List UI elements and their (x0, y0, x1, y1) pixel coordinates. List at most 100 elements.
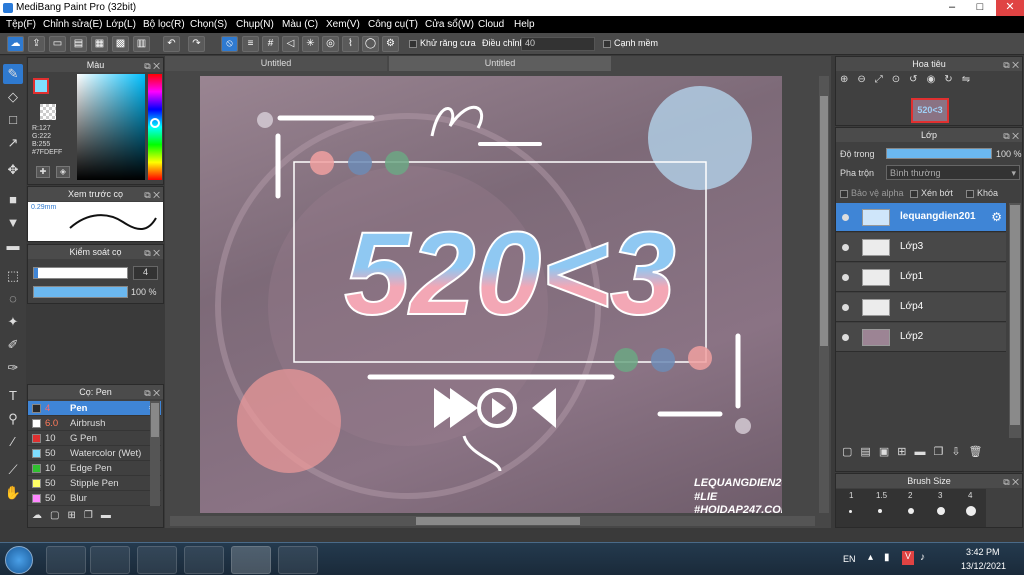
cross-snap-icon[interactable]: # (262, 36, 279, 52)
fill-rect-icon[interactable]: ■ (3, 190, 23, 210)
snap-off-icon[interactable]: ⦸ (221, 36, 238, 52)
gradient-tool-icon[interactable]: ▬ (3, 236, 23, 256)
menu-edit[interactable]: Chỉnh sửa(E) (43, 19, 103, 30)
menu-window[interactable]: Cửa sổ(W) (425, 19, 474, 30)
layer-row[interactable]: lequangdien201 ⚙ (836, 203, 1006, 232)
tab-document-2[interactable]: Untitled (389, 56, 611, 71)
protect-alpha-checkbox[interactable] (840, 189, 848, 198)
close-button[interactable]: ✕ (996, 0, 1024, 16)
brush-size-value[interactable]: 4 (133, 266, 158, 280)
copy-brush-icon[interactable]: ❐ (84, 510, 101, 521)
brush-size-option[interactable]: 4 (968, 491, 972, 500)
radial-snap-icon[interactable]: ✳ (302, 36, 319, 52)
antialias-toggle[interactable]: Khử răng cưa (409, 38, 476, 48)
clipping-toggle[interactable]: Xén bớt (910, 188, 953, 198)
panel-popout-icon[interactable]: ⧉ ✕ (144, 59, 160, 73)
brush-item[interactable]: 6.0 Airbrush (28, 416, 161, 431)
brush-list-actions[interactable]: ☁▢⊞❐▬ (32, 510, 119, 521)
tray-expand-icon[interactable]: ▴ (868, 552, 873, 563)
menu-view[interactable]: Xem(V) (326, 19, 360, 30)
brush-item[interactable]: 50 Watercolor (Wet) (28, 446, 161, 461)
zoom-taskbar-icon[interactable] (278, 546, 318, 574)
new-brush-icon[interactable]: ▢ (50, 510, 67, 521)
color-saturation-field[interactable] (77, 74, 145, 180)
tab-document-1[interactable]: Untitled (165, 56, 387, 71)
brush-item[interactable]: 50 Blur (28, 491, 161, 506)
menu-select[interactable]: Chọn(S) (190, 19, 227, 30)
add-layer-menu-icon[interactable]: ⊞ (897, 446, 914, 458)
new-8bit-icon[interactable]: ▣ (879, 446, 897, 458)
lasso-tool-icon[interactable]: ◌ (3, 289, 23, 309)
brush-size-option[interactable]: 2 (908, 491, 912, 500)
menu-capture[interactable]: Chụp(N) (236, 19, 274, 30)
panel-popout-icon[interactable]: ⧉ ✕ (1003, 58, 1019, 72)
antialias-checkbox[interactable] (409, 39, 417, 48)
secondary-color-swatch[interactable] (40, 104, 56, 120)
blend-mode-select[interactable]: Bình thường ▾ (886, 165, 1020, 180)
soft-edge-toggle[interactable]: Cạnh mềm (603, 38, 658, 48)
brush-size-option[interactable]: 3 (938, 491, 942, 500)
rectangle-tool-icon[interactable]: □ (3, 110, 23, 130)
bucket-tool-icon[interactable]: ▼ (3, 213, 23, 233)
undo-icon[interactable]: ↶ (163, 36, 180, 52)
hue-handle[interactable] (150, 118, 160, 128)
lock-toggle[interactable]: Khóa (966, 188, 998, 198)
protect-alpha-toggle[interactable]: Bảo vệ alpha (840, 188, 904, 198)
menu-file[interactable]: Tệp(F) (6, 19, 36, 30)
color-palette-icon[interactable]: ◈ (56, 166, 70, 178)
delete-layer-icon[interactable]: 🗑 (969, 446, 991, 458)
zoom-out-icon[interactable]: ⊖ (857, 74, 874, 85)
rotate-reset-icon[interactable]: ◉ (927, 74, 945, 85)
select-pen-icon[interactable]: ✐ (3, 335, 23, 355)
clipping-checkbox[interactable] (910, 189, 918, 198)
select-eraser-icon[interactable]: ✑ (3, 358, 23, 378)
layer-row[interactable]: Lớp2 (836, 323, 1006, 352)
panel-popout-icon[interactable]: ⧉ ✕ (144, 386, 160, 400)
brush-item[interactable]: 4Pen⚙ (28, 401, 161, 416)
panel-popout-icon[interactable]: ⧉ ✕ (1003, 475, 1019, 489)
redo-icon[interactable]: ↷ (188, 36, 205, 52)
fit-icon[interactable]: ⤢ (875, 74, 892, 85)
layer-row[interactable]: Lớp1 (836, 263, 1006, 292)
brush-tool-icon[interactable]: ✎ (3, 64, 23, 84)
menu-help[interactable]: Help (514, 19, 535, 30)
new-layer-icon[interactable]: ▢ (842, 446, 860, 458)
ellipse-snap-icon[interactable]: ◯ (362, 36, 379, 52)
folder-icon[interactable]: ▬ (914, 446, 933, 458)
actual-size-icon[interactable]: ⊙ (892, 74, 909, 85)
magic-wand-icon[interactable]: ✦ (3, 312, 23, 332)
document-icon[interactable]: ▦ (91, 36, 108, 52)
tray-app-icon[interactable]: V (902, 551, 914, 565)
layer-row[interactable]: Lớp3 (836, 233, 1006, 262)
adjust-input[interactable]: 40 (521, 37, 595, 51)
add-brush-icon[interactable]: ⊞ (67, 510, 83, 521)
clock-date[interactable]: 13/12/2021 (961, 561, 1006, 571)
brush-item[interactable]: 10 G Pen (28, 431, 161, 446)
navigator-tools[interactable]: ⊕⊖⤢⊙↺◉↻⇋ (840, 74, 979, 85)
circle-snap-icon[interactable]: ◎ (322, 36, 339, 52)
hand-tool-icon[interactable]: ✋ (3, 483, 23, 503)
horizontal-scrollbar[interactable] (170, 516, 815, 526)
lock-checkbox[interactable] (966, 189, 974, 198)
folder-icon[interactable]: ▬ (101, 510, 119, 521)
eyedropper-icon[interactable]: ⁄ (3, 432, 23, 452)
menu-tools[interactable]: Công cụ(T) (368, 19, 418, 30)
brush-size-option[interactable]: 1 (849, 491, 853, 500)
gear-icon[interactable]: ⚙ (991, 210, 1002, 224)
brush-size-grid[interactable]: 1 1.5 2 3 4 (836, 489, 986, 527)
vertical-scrollbar[interactable] (819, 76, 829, 513)
brush-size-slider[interactable] (33, 267, 128, 279)
rotate-right-icon[interactable]: ↻ (944, 74, 961, 85)
medibang-taskbar-icon[interactable] (231, 546, 271, 574)
clock-time[interactable]: 3:42 PM (966, 547, 1000, 557)
operation-tool-icon[interactable]: ⚲ (3, 409, 23, 429)
zoom-in-icon[interactable]: ⊕ (840, 74, 857, 85)
menu-layer[interactable]: Lớp(L) (106, 19, 136, 30)
visibility-icon[interactable] (842, 274, 849, 281)
menu-color[interactable]: Màu (C) (282, 19, 318, 30)
open-file-icon[interactable]: ▤ (70, 36, 87, 52)
panel-popout-icon[interactable]: ⧉ ✕ (144, 188, 160, 202)
panel-popout-icon[interactable]: ⧉ ✕ (144, 246, 160, 260)
move-tool-icon[interactable]: ✥ (3, 160, 23, 180)
new-halftone-icon[interactable]: ▤ (860, 446, 878, 458)
